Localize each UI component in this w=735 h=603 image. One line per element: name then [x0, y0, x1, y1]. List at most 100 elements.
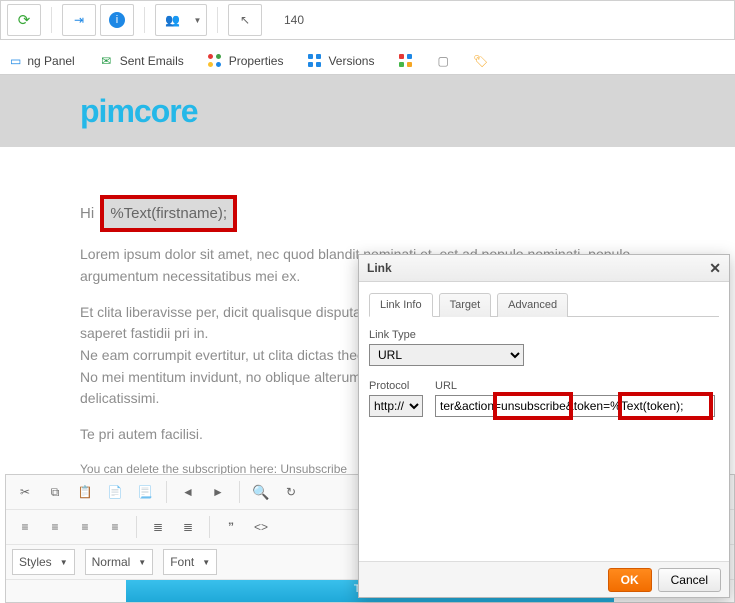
- dialog-body: Link Info Target Advanced Link Type URL …: [359, 282, 729, 561]
- chevron-down-icon: ▼: [138, 558, 146, 567]
- linktype-field: Link Type URL: [369, 329, 719, 366]
- tab-target[interactable]: Target: [439, 293, 492, 317]
- copy-button[interactable]: ⧉: [42, 479, 68, 505]
- tag-icon: 🏷: [473, 54, 488, 68]
- replace-icon: ↻: [286, 485, 296, 499]
- clipboard-word-icon: 📃: [138, 485, 153, 499]
- style-select[interactable]: Styles▼: [12, 549, 75, 575]
- divider: [166, 481, 167, 503]
- font-select[interactable]: Font▼: [163, 549, 217, 575]
- chevron-down-icon: ▼: [60, 558, 68, 567]
- tree-icon: ⇥: [74, 13, 84, 27]
- tab-more-1[interactable]: [388, 46, 423, 76]
- tab-ng-panel[interactable]: ▭ ng Panel: [0, 46, 85, 76]
- copy-icon: ⧉: [51, 485, 60, 500]
- chevron-down-icon: ▼: [202, 558, 210, 567]
- quote-button[interactable]: ”: [218, 514, 244, 540]
- tab-link-info[interactable]: Link Info: [369, 293, 433, 317]
- close-icon[interactable]: ✕: [709, 260, 721, 277]
- source-button[interactable]: <>: [248, 514, 274, 540]
- tab-advanced[interactable]: Advanced: [497, 293, 568, 317]
- cursor-button[interactable]: ↖: [228, 4, 262, 36]
- zoom-level: 140: [284, 13, 304, 27]
- paste-word-button[interactable]: 📃: [132, 479, 158, 505]
- redo-button[interactable]: ►: [205, 479, 231, 505]
- cancel-button[interactable]: Cancel: [658, 568, 721, 592]
- align-left-button[interactable]: ≡: [12, 514, 38, 540]
- align-left-icon: ≡: [21, 520, 28, 534]
- code-icon: <>: [254, 520, 268, 534]
- people-dropdown[interactable]: 👥 ▼: [155, 4, 207, 36]
- quote-icon: ”: [228, 520, 234, 534]
- tab-label: Sent Emails: [120, 54, 184, 68]
- tab-sent-emails[interactable]: ✉ Sent Emails: [89, 46, 194, 76]
- undo-button[interactable]: ◄: [175, 479, 201, 505]
- blocks-icon: [398, 54, 413, 69]
- email-icon: ✉: [99, 54, 114, 69]
- paste-button[interactable]: 📋: [72, 479, 98, 505]
- info-button[interactable]: i: [100, 4, 134, 36]
- protocol-label: Protocol: [369, 380, 423, 392]
- refresh-button[interactable]: ⟳: [7, 4, 41, 36]
- people-icon: 👥: [165, 13, 180, 27]
- list-ul-icon: ≣: [153, 520, 163, 534]
- divider: [144, 7, 145, 33]
- url-row: Protocol http:// URL: [369, 380, 719, 417]
- versions-icon: [307, 54, 322, 69]
- tab-label: Versions: [328, 54, 374, 68]
- tree-button[interactable]: ⇥: [62, 4, 96, 36]
- document-icon: ▢: [437, 54, 448, 68]
- ok-button[interactable]: OK: [608, 568, 652, 592]
- paste-text-button[interactable]: 📄: [102, 479, 128, 505]
- divider: [51, 7, 52, 33]
- clipboard-icon: 📋: [78, 485, 93, 499]
- scissors-icon: ✂: [20, 485, 30, 499]
- list-ul-button[interactable]: ≣: [145, 514, 171, 540]
- undo-icon: ◄: [182, 485, 194, 499]
- dialog-footer: OK Cancel: [359, 561, 729, 597]
- divider: [239, 481, 240, 503]
- divider: [136, 516, 137, 538]
- tab-properties[interactable]: Properties: [198, 46, 294, 76]
- format-select[interactable]: Normal▼: [85, 549, 154, 575]
- clipboard-text-icon: 📄: [108, 485, 123, 499]
- divider: [209, 516, 210, 538]
- search-icon: 🔍: [252, 484, 269, 501]
- placeholder-firstname[interactable]: %Text(firstname);: [100, 195, 237, 232]
- align-center-button[interactable]: ≡: [42, 514, 68, 540]
- tab-more-2[interactable]: ▢: [427, 46, 458, 76]
- url-input[interactable]: [435, 395, 715, 417]
- list-ol-button[interactable]: ≣: [175, 514, 201, 540]
- url-field: URL: [435, 380, 715, 417]
- align-center-icon: ≡: [51, 520, 58, 534]
- url-label: URL: [435, 380, 715, 392]
- main-toolbar: ⟳ ⇥ i 👥 ▼ ↖ 140: [0, 0, 735, 40]
- greeting-prefix: Hi: [80, 205, 98, 222]
- tab-versions[interactable]: Versions: [297, 46, 384, 76]
- align-right-button[interactable]: ≡: [72, 514, 98, 540]
- linktype-select[interactable]: URL: [369, 344, 524, 366]
- protocol-field: Protocol http://: [369, 380, 423, 417]
- panel-icon: ▭: [10, 54, 21, 68]
- dialog-titlebar[interactable]: Link ✕: [359, 255, 729, 282]
- replace-button[interactable]: ↻: [278, 479, 304, 505]
- link-dialog: Link ✕ Link Info Target Advanced Link Ty…: [358, 254, 730, 598]
- cut-button[interactable]: ✂: [12, 479, 38, 505]
- tab-more-3[interactable]: 🏷: [463, 46, 498, 76]
- cursor-icon: ↖: [240, 13, 250, 27]
- list-ol-icon: ≣: [183, 520, 193, 534]
- properties-icon: [208, 54, 223, 69]
- logo: pimcore: [80, 93, 197, 130]
- redo-icon: ►: [212, 485, 224, 499]
- align-right-icon: ≡: [81, 520, 88, 534]
- chevron-down-icon: ▼: [190, 16, 206, 25]
- info-icon: i: [109, 12, 125, 28]
- greeting-line: Hi %Text(firstname);: [80, 195, 655, 232]
- dialog-title-text: Link: [367, 261, 392, 275]
- document-header: pimcore: [0, 75, 735, 147]
- tab-label: ng Panel: [27, 54, 74, 68]
- align-justify-button[interactable]: ≡: [102, 514, 128, 540]
- dialog-tabs: Link Info Target Advanced: [369, 292, 719, 317]
- find-button[interactable]: 🔍: [248, 479, 274, 505]
- protocol-select[interactable]: http://: [369, 395, 423, 417]
